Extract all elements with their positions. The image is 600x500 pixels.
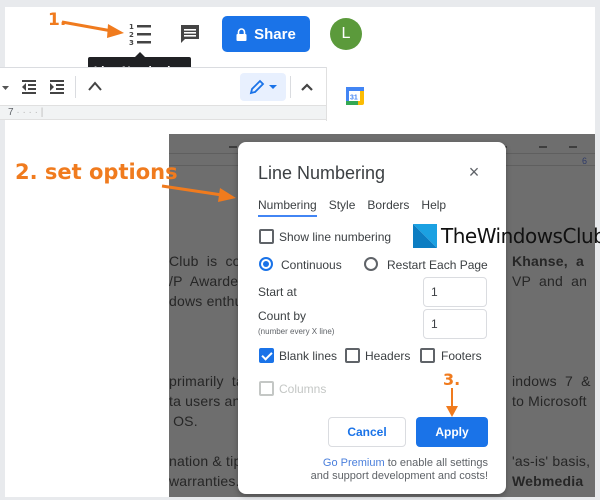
svg-text:1: 1	[129, 23, 134, 31]
footers-label: Footers	[441, 349, 482, 363]
line-numbering-icon[interactable]: 1 2 3	[126, 22, 154, 46]
premium-text: and support development and costs!	[310, 470, 488, 482]
step-2-arrow-icon	[161, 184, 236, 202]
doc-text-line: indows 7 &	[512, 373, 591, 389]
svg-text:3: 3	[129, 39, 134, 46]
step-3-arrow-icon	[446, 388, 458, 417]
doc-text-line: primarily ta	[169, 373, 244, 389]
dialog-tabs: Numbering Style Borders Help	[258, 198, 446, 217]
doc-text-line: OS.	[169, 413, 198, 429]
calendar-icon[interactable]: 31	[345, 86, 365, 106]
doc-text-line: /P Awarde	[169, 273, 239, 289]
collapse-menus-icon[interactable]	[298, 78, 316, 96]
lock-icon	[236, 27, 247, 41]
editing-mode-button[interactable]	[240, 73, 286, 101]
headers-label: Headers	[365, 349, 411, 363]
count-by-label: Count by	[258, 309, 307, 323]
restart-each-page-label: Restart Each Page	[387, 258, 488, 272]
horizontal-ruler: 7 · · · · |	[0, 105, 326, 120]
account-avatar[interactable]: L	[330, 18, 362, 50]
doc-text-line: to Microsoft	[512, 393, 587, 409]
windows-logo-icon	[413, 224, 437, 248]
blank-lines-checkbox[interactable]	[259, 348, 274, 363]
ruler-mark: 6	[581, 156, 587, 166]
doc-text-line: VP and an	[512, 273, 588, 289]
go-premium-link[interactable]: Go Premium	[323, 457, 385, 469]
clear-formatting-icon[interactable]	[86, 78, 104, 96]
share-label: Share	[254, 25, 296, 43]
watermark: TheWindowsClub	[413, 224, 600, 248]
comment-icon[interactable]	[178, 22, 202, 46]
formatting-toolbar	[0, 67, 326, 105]
decrease-indent-icon[interactable]	[20, 78, 38, 96]
columns-checkbox	[259, 381, 274, 396]
cancel-button[interactable]: Cancel	[328, 417, 406, 447]
close-icon[interactable]: ×	[466, 163, 482, 181]
side-panel-divider	[326, 67, 327, 121]
premium-text: to enable all settings	[384, 457, 488, 469]
count-by-hint: (number every X line)	[258, 327, 335, 336]
doc-text-line: warranties.	[169, 473, 240, 489]
show-line-numbering-label: Show line numbering	[279, 230, 392, 244]
doc-text-line: dows enthu	[169, 293, 243, 309]
line-numbering-dialog: Line Numbering × Numbering Style Borders…	[238, 142, 506, 494]
start-at-input[interactable]	[423, 277, 487, 307]
start-at-label: Start at	[258, 285, 297, 299]
share-button[interactable]: Share	[222, 16, 310, 52]
dropdown-arrow-icon[interactable]	[2, 78, 10, 96]
step-2-annotation: 2. set options	[15, 160, 178, 184]
tab-style[interactable]: Style	[329, 198, 356, 217]
svg-text:2: 2	[129, 31, 134, 39]
doc-text-line: nation & tip	[169, 453, 242, 469]
show-line-numbering-checkbox[interactable]	[259, 229, 274, 244]
doc-text-line: Khanse, a	[512, 253, 585, 269]
headers-checkbox[interactable]	[345, 348, 360, 363]
increase-indent-icon[interactable]	[48, 78, 66, 96]
doc-text-line: 'as-is' basis,	[512, 453, 591, 469]
dialog-title: Line Numbering	[258, 163, 386, 183]
step-1-arrow-icon	[61, 20, 124, 38]
doc-text-line: Club is co	[169, 253, 241, 269]
apply-button[interactable]: Apply	[416, 417, 488, 447]
toolbar-divider	[290, 76, 291, 98]
columns-label: Columns	[279, 382, 327, 396]
continuous-label: Continuous	[281, 258, 342, 272]
doc-text-line: Webmedia	[512, 473, 584, 489]
continuous-radio[interactable]	[259, 257, 273, 271]
chevron-down-icon	[269, 85, 277, 89]
watermark-text: TheWindowsClub	[441, 224, 600, 248]
tab-borders[interactable]: Borders	[367, 198, 409, 217]
count-by-input[interactable]	[423, 309, 487, 339]
toolbar-divider	[75, 76, 76, 98]
pencil-icon	[249, 79, 265, 95]
blank-lines-label: Blank lines	[279, 349, 338, 363]
restart-each-page-radio[interactable]	[364, 257, 378, 271]
tab-numbering[interactable]: Numbering	[258, 198, 317, 217]
doc-text-line: ta users an	[169, 393, 241, 409]
premium-notice: Go Premium to enable all settings and su…	[311, 457, 488, 483]
step-3-annotation: 3.	[443, 370, 461, 389]
svg-text:31: 31	[350, 95, 358, 102]
footers-checkbox[interactable]	[420, 348, 435, 363]
tab-help[interactable]: Help	[421, 198, 446, 217]
